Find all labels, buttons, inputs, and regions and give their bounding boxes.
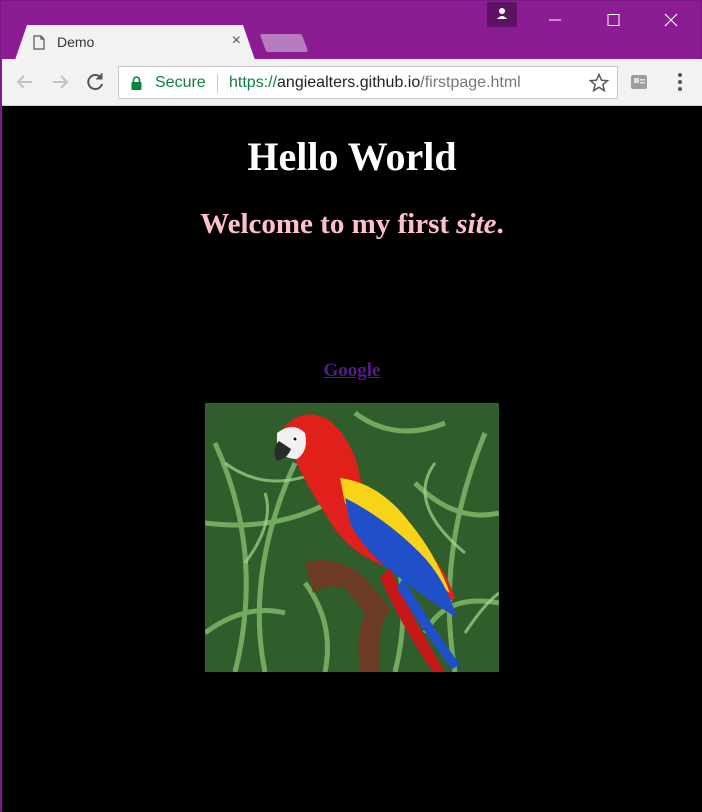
reload-icon[interactable] (82, 69, 108, 95)
maximize-icon (607, 14, 620, 26)
profile-button[interactable] (487, 2, 517, 27)
minimize-button[interactable] (540, 9, 570, 31)
back-icon[interactable] (12, 69, 38, 95)
lock-icon (131, 76, 142, 90)
document-icon (33, 35, 45, 50)
address-separator (217, 74, 218, 93)
close-icon (664, 13, 678, 27)
url-host: angiealters.github.io (277, 74, 421, 91)
tab-demo[interactable]: Demo × (15, 25, 255, 60)
menu-icon[interactable] (672, 71, 688, 93)
parrot-image (205, 403, 499, 672)
profile-icon (497, 8, 507, 19)
forward-icon[interactable] (47, 69, 73, 95)
google-link-container: Google (2, 360, 702, 382)
title-bar: Demo × (1, 1, 701, 59)
browser-window: Demo × Secure https://angiealters.github… (0, 0, 702, 812)
star-icon[interactable] (589, 73, 609, 93)
extension-icon[interactable] (630, 74, 648, 90)
tab-close-icon[interactable]: × (232, 32, 241, 50)
welcome-emphasis: site (456, 208, 497, 240)
url-text[interactable]: https://angiealters.github.io/firstpage.… (229, 74, 521, 92)
url-scheme: https:// (229, 74, 278, 91)
close-window-button[interactable] (656, 9, 686, 31)
welcome-end: . (496, 208, 504, 240)
page-heading: Hello World (247, 134, 457, 179)
address-bar[interactable]: Secure https://angiealters.github.io/fir… (118, 66, 618, 99)
minimize-icon (549, 19, 561, 21)
url-path: /firstpage.html (420, 74, 521, 91)
tab-title: Demo (57, 34, 95, 50)
page-content: Hello World Welcome to my first site. Go… (2, 106, 702, 812)
google-link[interactable]: Google (324, 360, 381, 381)
browser-toolbar: Secure https://angiealters.github.io/fir… (2, 59, 702, 106)
new-tab-button[interactable] (259, 34, 309, 52)
welcome-heading: Welcome to my first site. (2, 208, 702, 241)
maximize-button[interactable] (598, 9, 628, 31)
secure-label: Secure (155, 74, 206, 91)
welcome-text: Welcome to my first (200, 208, 457, 240)
